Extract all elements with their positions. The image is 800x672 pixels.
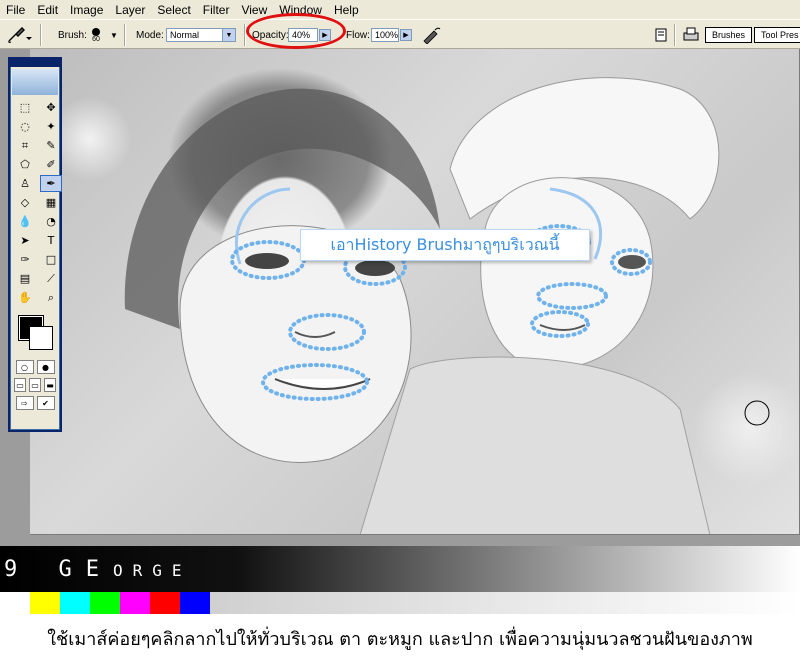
dodge-tool-icon[interactable]: ◔ [40,213,62,230]
print-icon[interactable] [682,20,700,50]
screen-mode-full-button[interactable]: ▬ [44,378,56,392]
brand-large: 9 GE [4,557,113,582]
rectangle-tool-icon[interactable]: □ [40,251,62,268]
brand-small: ORGE [112,561,192,580]
screen-mode-menu-button[interactable]: ▭ [29,378,41,392]
menu-edit[interactable]: Edit [31,3,64,17]
mode-select[interactable]: Normal ▼ [166,28,236,42]
brush-dot-icon [92,27,100,36]
palette-well-icon[interactable] [654,20,668,50]
photo-sketch [124,77,770,534]
airbrush-icon [423,27,441,44]
brush-picker[interactable]: 60 [92,20,100,50]
magic-wand-tool-icon[interactable]: ✦ [40,118,62,135]
history-brush-tool-icon[interactable]: ✒ [40,175,62,192]
path-selection-tool-icon[interactable]: ➤ [14,232,36,249]
brush-tool-icon[interactable]: ✐ [40,156,62,173]
mode-label: Mode: [136,29,164,41]
move-tool-icon[interactable]: ✥ [40,99,62,116]
toolbox: ⬚ ✥ ◌ ✦ ⌗ ✎ ⬠ ✐ ♙ ✒ ◇ ▦ 💧 ◔ ➤ T ✑ □ ▤ ⟋ … [8,57,62,432]
opacity-highlight-circle [246,13,346,49]
color-bar-swatch [30,592,60,614]
menu-help[interactable]: Help [328,3,365,17]
color-swatches [13,312,57,356]
fade-bar [210,592,800,614]
marquee-tool-icon[interactable]: ⬚ [14,99,36,116]
menu-view[interactable]: View [235,3,273,17]
imageready-icon[interactable]: ✔ [36,396,55,410]
photoshop-window: File Edit Image Layer Select Filter View… [0,0,800,672]
mode-value: Normal [170,30,200,40]
lasso-tool-icon[interactable]: ◌ [14,118,36,135]
brush-label: Brush: [58,29,87,41]
screen-mode-standard-button[interactable]: ▭ [14,378,26,392]
color-bar-swatch [180,592,210,614]
color-bar-swatch [90,592,120,614]
zoom-tool-icon[interactable]: ⌕ [40,289,62,306]
history-brush-icon [8,27,32,43]
color-bar-swatch [150,592,180,614]
eyedropper-tool-icon[interactable]: ⟋ [40,270,62,287]
brush-size: 60 [92,35,100,43]
brand-logo-text: 9 GEORGE [4,557,192,582]
menu-filter[interactable]: Filter [197,3,236,17]
quick-mask-mode-button[interactable]: ● [36,360,55,374]
eraser-tool-icon[interactable]: ◇ [14,194,36,211]
menu-image[interactable]: Image [64,3,109,17]
color-bar-swatch [60,592,90,614]
toolbox-title-bar[interactable] [10,59,60,67]
flow-value: 100% [375,30,399,40]
clone-stamp-tool-icon[interactable]: ♙ [14,175,36,192]
instruction-caption: ใช้เมาส์ค่อยๆคลิกลากไปให้ทั่วบริเวณ ตา ต… [47,629,753,650]
color-bar-swatch [120,592,150,614]
flow-label: Flow: [346,29,370,41]
background-color-swatch[interactable] [29,326,53,350]
hand-tool-icon[interactable]: ✋ [14,289,36,306]
standard-mode-button[interactable]: ○ [15,360,34,374]
tool-preset-picker[interactable] [6,20,34,50]
options-bar: Brush: 60 ▼ Mode: Normal ▼ Opacity: 40% … [0,19,800,49]
airbrush-button[interactable] [422,20,442,50]
menu-layer[interactable]: Layer [109,3,151,17]
instruction-callout: เอาHistory Brushมาถูๆบริเวณนี้ [300,229,590,261]
flow-field[interactable]: 100% [371,28,399,42]
pen-tool-icon[interactable]: ✑ [14,251,36,268]
color-bar-swatch [0,592,30,614]
slice-tool-icon[interactable]: ✎ [40,137,62,154]
workspace: เอาHistory Brushมาถูๆบริเวณนี้ [0,49,800,546]
gradient-tool-icon[interactable]: ▦ [40,194,62,211]
menu-select[interactable]: Select [151,3,196,17]
palette-tabs: Brushes Tool Pres [705,27,800,43]
jump-to-imageready-button[interactable]: ⇨ [15,396,34,410]
toolbox-banner[interactable] [12,69,58,95]
type-tool-icon[interactable]: T [40,232,62,249]
flow-slider-arrow-icon[interactable]: ▶ [400,29,412,41]
tab-tool-presets[interactable]: Tool Pres [754,27,800,43]
brush-picker-arrow-icon[interactable]: ▼ [110,20,118,50]
crop-tool-icon[interactable]: ⌗ [14,137,36,154]
tab-brushes[interactable]: Brushes [705,27,753,43]
color-bar [0,592,210,614]
menu-bar: File Edit Image Layer Select Filter View… [0,0,800,19]
healing-brush-tool-icon[interactable]: ⬠ [14,156,36,173]
notes-tool-icon[interactable]: ▤ [14,270,36,287]
menu-file[interactable]: File [0,3,31,17]
image-canvas[interactable]: เอาHistory Brushมาถูๆบริเวณนี้ [30,49,800,535]
chevron-down-icon: ▼ [222,29,235,41]
blur-tool-icon[interactable]: 💧 [14,213,36,230]
